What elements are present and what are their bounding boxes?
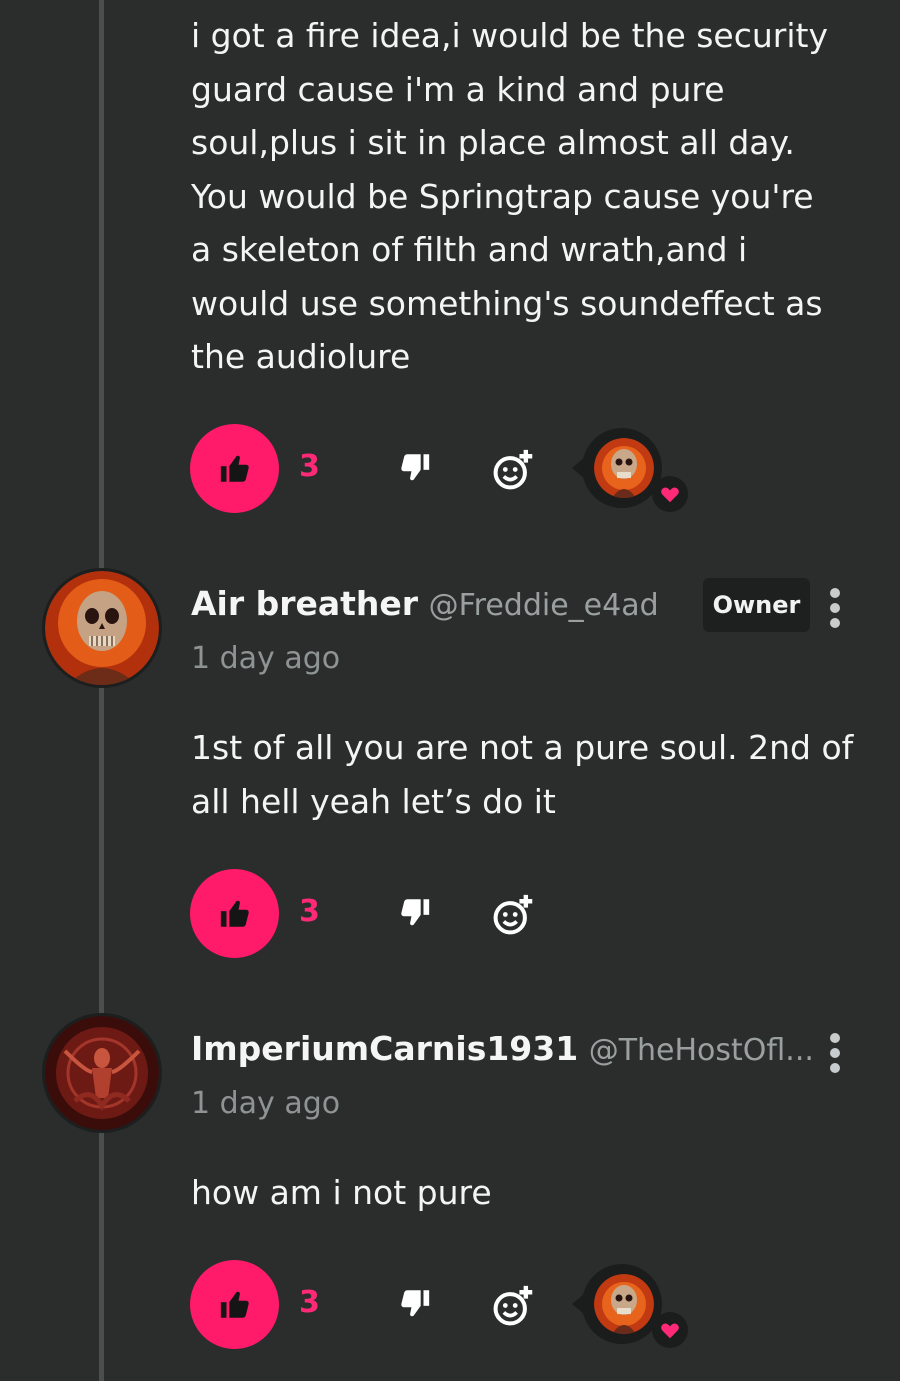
author-name[interactable]: Air breather <box>191 584 418 623</box>
comment-author[interactable]: Air breather @Freddie_e4ad <box>191 584 659 626</box>
thumbs-up-icon <box>220 1291 249 1318</box>
timestamp: 1 day ago <box>191 1086 341 1121</box>
like-button[interactable] <box>190 869 279 958</box>
comment-text: how am i not pure <box>191 1173 492 1212</box>
like-count: 3 <box>299 894 320 929</box>
like-count: 3 <box>299 1285 320 1320</box>
heart-icon <box>661 1323 679 1339</box>
creator-avatar <box>594 438 654 498</box>
thumbs-down-icon[interactable] <box>398 1286 432 1320</box>
timestamp: 1 day ago <box>191 641 341 676</box>
add-reaction-icon[interactable] <box>491 893 535 937</box>
add-reaction-icon[interactable] <box>491 1284 535 1328</box>
owner-badge: Owner <box>703 578 810 632</box>
like-button[interactable] <box>190 424 279 513</box>
avatar[interactable] <box>42 568 162 688</box>
comment-author[interactable]: ImperiumCarnis1931 @TheHostOfl... <box>191 1029 814 1071</box>
author-handle[interactable]: @Freddie_e4ad <box>429 588 659 623</box>
thumbs-down-icon[interactable] <box>398 895 432 929</box>
thumbs-up-icon <box>220 455 249 482</box>
author-name[interactable]: ImperiumCarnis1931 <box>191 1029 578 1068</box>
creator-heart-indicator <box>572 1264 688 1348</box>
creator-avatar <box>594 1274 654 1334</box>
like-count: 3 <box>299 449 320 484</box>
comment-text: 1st of all you are not a pure soul. 2nd … <box>191 728 854 821</box>
author-handle[interactable]: @TheHostOfl... <box>589 1033 814 1068</box>
comment-text: i got a fire idea,i would be the securit… <box>191 16 828 376</box>
like-button[interactable] <box>190 1260 279 1349</box>
creator-heart-indicator <box>572 428 688 512</box>
thumbs-up-icon <box>220 900 249 927</box>
avatar[interactable] <box>42 1013 162 1133</box>
add-reaction-icon[interactable] <box>491 448 535 492</box>
heart-icon <box>661 487 679 503</box>
thumbs-down-icon[interactable] <box>398 450 432 484</box>
more-options-button[interactable] <box>824 588 846 630</box>
thread-line <box>99 0 104 1381</box>
more-options-button[interactable] <box>824 1033 846 1075</box>
